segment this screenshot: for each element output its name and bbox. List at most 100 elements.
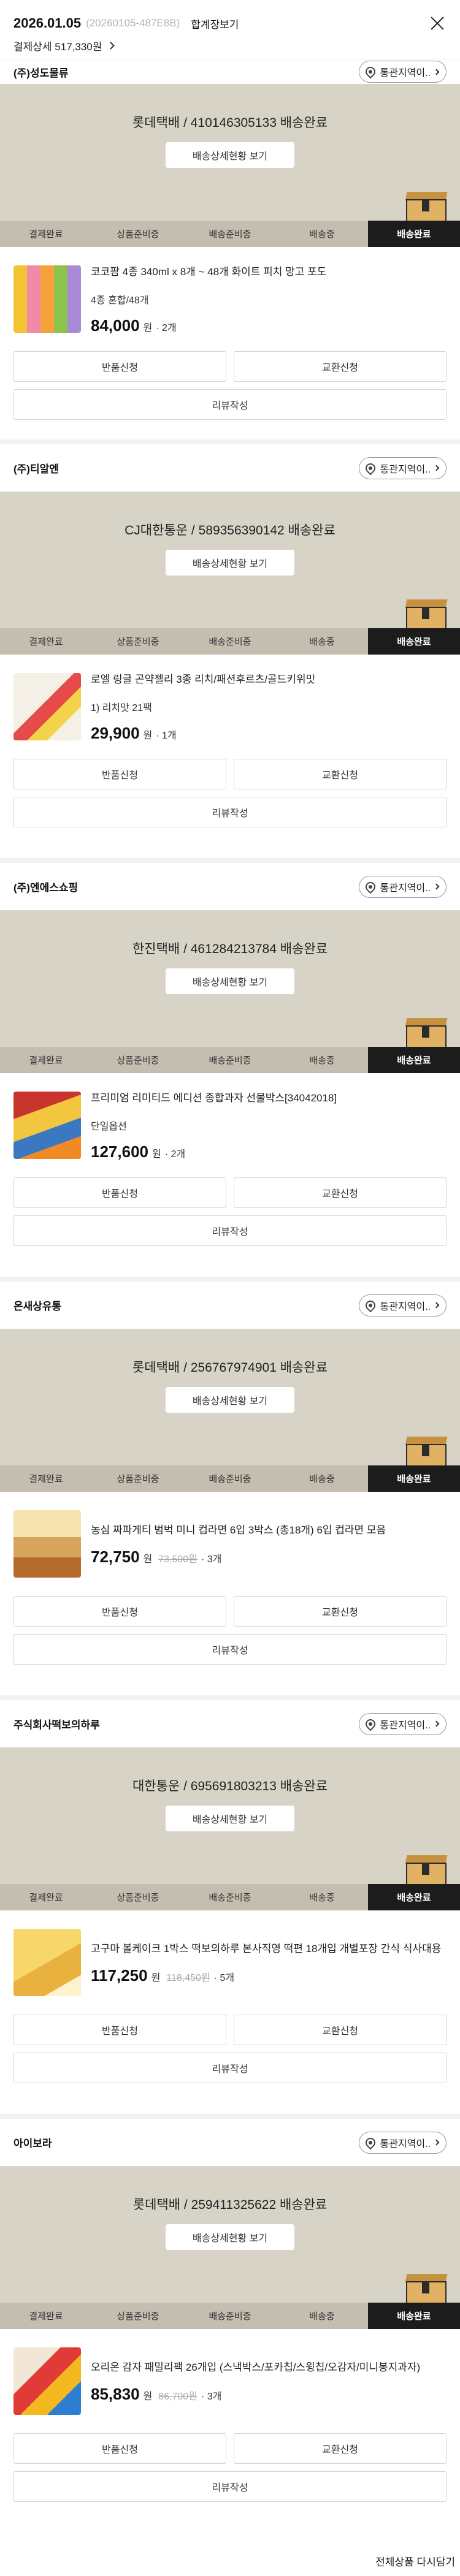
- product-option: 단일옵션: [91, 1122, 127, 1132]
- product-thumbnail[interactable]: [13, 1929, 81, 1996]
- customs-label: 통관지역이..: [380, 1720, 431, 1731]
- product-name[interactable]: 오리온 감자 패밀리팩 26개입 (스낵박스/포카칩/스윙칩/오감자/미니봉지과…: [91, 2358, 447, 2374]
- seller-name: (주)티알엔: [13, 463, 59, 475]
- tracking-detail-button[interactable]: 배송상세현황 보기: [166, 1387, 294, 1413]
- location-pin-icon: [363, 1298, 377, 1312]
- customs-region-button[interactable]: 통관지역이..: [358, 457, 447, 479]
- product-item[interactable]: 고구마 볼케이크 1박스 떡보의하루 본사직영 떡편 18개입 개별포장 간식 …: [0, 1910, 460, 2015]
- exchange-request-button[interactable]: 교환신청: [234, 1177, 447, 1208]
- product-item[interactable]: 오리온 감자 패밀리팩 26개입 (스낵박스/포카칩/스윙칩/오감자/미니봉지과…: [0, 2329, 460, 2433]
- return-request-button[interactable]: 반품신청: [13, 1177, 226, 1208]
- status-step: 결제완료: [29, 1893, 63, 1903]
- combined-view-link[interactable]: 합계장보기: [191, 16, 239, 31]
- product-item[interactable]: 농심 짜파게티 범벅 미니 컵라면 6입 3박스 (총18개) 6입 컵라면 모…: [0, 1492, 460, 1596]
- chevron-right-icon: [433, 1720, 440, 1727]
- customs-label: 통관지역이..: [380, 68, 431, 78]
- payment-detail-link[interactable]: 결제상세 517,330원: [13, 37, 447, 54]
- customs-region-button[interactable]: 통관지역이..: [358, 1294, 447, 1316]
- status-step: 배송완료: [368, 221, 460, 247]
- write-review-button[interactable]: 리뷰작성: [13, 797, 447, 827]
- seller-section-3: (주)엔에스쇼핑 통관지역이.. 한진택배 / 461284213784 배송완…: [0, 858, 460, 1277]
- exchange-request-button[interactable]: 교환신청: [234, 1596, 447, 1627]
- status-step: 배송완료: [368, 1884, 460, 1910]
- customs-region-button[interactable]: 통관지역이..: [358, 2131, 447, 2154]
- seller-name: 주식회사떡보의하루: [13, 1719, 100, 1731]
- tracking-detail-button[interactable]: 배송상세현황 보기: [166, 2224, 294, 2250]
- product-thumbnail[interactable]: [13, 2347, 81, 2415]
- tracking-detail-button[interactable]: 배송상세현황 보기: [166, 968, 294, 994]
- chevron-right-icon: [433, 883, 440, 890]
- reorder-all-link[interactable]: 전체상품 다시담기: [375, 2545, 460, 2576]
- customs-region-button[interactable]: 통관지역이..: [358, 61, 447, 83]
- write-review-button[interactable]: 리뷰작성: [13, 1215, 447, 1246]
- exchange-request-button[interactable]: 교환신청: [234, 759, 447, 789]
- seller-header: (주)티알엔 통관지역이..: [0, 444, 460, 492]
- tracking-info: 롯데택배 / 256767974901 배송완료: [132, 1361, 328, 1375]
- order-number: (20260105-487E8B): [86, 17, 180, 29]
- product-item[interactable]: 코코팜 4종 340ml x 8개 ~ 48개 화이트 피치 망고 포도 4종 …: [0, 247, 460, 351]
- tracking-detail-button[interactable]: 배송상세현황 보기: [166, 142, 294, 168]
- seller-header: (주)성도물류 통관지역이..: [0, 59, 460, 84]
- write-review-button[interactable]: 리뷰작성: [13, 2471, 447, 2502]
- action-buttons: 반품신청 교환신청: [0, 1596, 460, 1627]
- tracking-detail-button[interactable]: 배송상세현황 보기: [166, 1806, 294, 1831]
- customs-label: 통관지역이..: [380, 464, 431, 475]
- return-request-button[interactable]: 반품신청: [13, 2015, 226, 2045]
- write-review-button[interactable]: 리뷰작성: [13, 1634, 447, 1665]
- product-thumbnail[interactable]: [13, 265, 81, 333]
- seller-section-5: 주식회사떡보의하루 통관지역이.. 대한통운 / 695691803213 배송…: [0, 1695, 460, 2114]
- return-request-button[interactable]: 반품신청: [13, 351, 226, 382]
- write-review-button[interactable]: 리뷰작성: [13, 389, 447, 420]
- product-name[interactable]: 프리미엄 리미티드 에디션 종합과자 선물박스[34042018]: [91, 1089, 447, 1104]
- exchange-request-button[interactable]: 교환신청: [234, 2015, 447, 2045]
- location-pin-icon: [363, 64, 377, 79]
- product-name[interactable]: 코코팜 4종 340ml x 8개 ~ 48개 화이트 피치 망고 포도: [91, 263, 447, 278]
- product-price: 117,250: [91, 1966, 148, 1985]
- product-info: 로엘 링글 곤약젤리 3종 리치/패션후르츠/골드키위맛 1) 리치맛 21팩 …: [91, 671, 447, 743]
- customs-label: 통관지역이..: [380, 1301, 431, 1312]
- product-price: 85,830: [91, 2385, 140, 2403]
- product-thumbnail[interactable]: [13, 673, 81, 740]
- return-request-button[interactable]: 반품신청: [13, 1596, 226, 1627]
- product-name[interactable]: 농심 짜파게티 범벅 미니 컵라면 6입 3박스 (총18개) 6입 컵라면 모…: [91, 1521, 447, 1537]
- return-request-button[interactable]: 반품신청: [13, 2433, 226, 2464]
- delivery-status-panel: CJ대한통운 / 589356390142 배송완료 배송상세현황 보기 결제완…: [0, 492, 460, 655]
- status-step: 배송준비중: [209, 1055, 251, 1066]
- product-thumbnail[interactable]: [13, 1092, 81, 1159]
- quantity: · 3개: [201, 2392, 222, 2402]
- status-step: 배송중: [309, 1055, 335, 1066]
- quantity: · 5개: [213, 1973, 235, 1983]
- location-pin-icon: [363, 2135, 377, 2149]
- customs-label: 통관지역이..: [380, 883, 431, 894]
- status-step: 결제완료: [29, 229, 63, 240]
- customs-region-button[interactable]: 통관지역이..: [358, 1712, 447, 1735]
- product-item[interactable]: 프리미엄 리미티드 에디션 종합과자 선물박스[34042018] 단일옵션 1…: [0, 1073, 460, 1177]
- tracking-detail-button[interactable]: 배송상세현황 보기: [166, 550, 294, 576]
- price-line: 127,600 원 · 2개: [91, 1142, 447, 1161]
- seller-section-1: (주)성도물류 통관지역이.. 롯데택배 / 410146305133 배송완료…: [0, 59, 460, 439]
- return-request-button[interactable]: 반품신청: [13, 759, 226, 789]
- status-step: 배송준비중: [209, 1474, 251, 1484]
- currency-label: 원: [143, 2392, 153, 2402]
- status-step: 배송완료: [368, 628, 460, 655]
- product-item[interactable]: 로엘 링글 곤약젤리 3종 리치/패션후르츠/골드키위맛 1) 리치맛 21팩 …: [0, 655, 460, 759]
- delivery-progress: 결제완료 상품준비중 배송준비중 배송중 배송완료: [0, 1465, 460, 1492]
- action-buttons: 반품신청 교환신청: [0, 2015, 460, 2045]
- exchange-request-button[interactable]: 교환신청: [234, 2433, 447, 2464]
- status-step: 배송중: [309, 2311, 335, 2322]
- seller-name: (주)성도물류: [13, 67, 69, 79]
- product-name[interactable]: 로엘 링글 곤약젤리 3종 리치/패션후르츠/골드키위맛: [91, 671, 447, 686]
- customs-region-button[interactable]: 통관지역이..: [358, 875, 447, 898]
- close-icon[interactable]: [428, 14, 447, 32]
- parcel-box-icon: [405, 1437, 448, 1470]
- seller-header: 온새상유통 통관지역이..: [0, 1282, 460, 1329]
- product-thumbnail[interactable]: [13, 1510, 81, 1578]
- exchange-request-button[interactable]: 교환신청: [234, 351, 447, 382]
- quantity: · 2개: [164, 1149, 186, 1160]
- price-line: 84,000 원 · 2개: [91, 316, 447, 335]
- original-price: 86,700원: [158, 2392, 197, 2402]
- write-review-button[interactable]: 리뷰작성: [13, 2053, 447, 2083]
- product-name[interactable]: 고구마 볼케이크 1박스 떡보의하루 본사직영 떡편 18개입 개별포장 간식 …: [91, 1940, 447, 1955]
- status-step: 상품준비중: [117, 2311, 159, 2322]
- parcel-box-icon: [405, 2274, 448, 2307]
